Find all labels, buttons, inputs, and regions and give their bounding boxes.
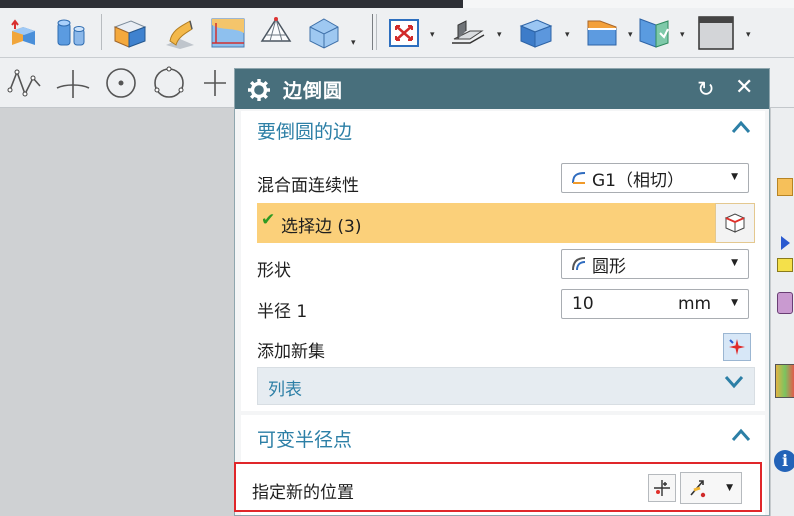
radius-unit[interactable]: mm [678,294,711,314]
specify-position-row: 指定新的位置 ▼ [234,462,762,512]
shape-value: 圆形 [592,256,626,277]
section-header-edges[interactable]: 要倒圆的边 [257,117,352,144]
circle-by-points-icon[interactable] [150,64,188,102]
assembly-navigator-icon[interactable] [777,258,793,272]
specify-position-label: 指定新的位置 [252,483,354,503]
chevron-down-icon[interactable] [724,373,744,394]
chevron-down-icon[interactable]: ▾ [430,30,435,40]
g1-tangent-icon [572,172,586,184]
list-header[interactable]: 列表 [257,367,755,405]
add-set-icon [729,339,745,355]
reuse-library-icon[interactable] [775,364,794,398]
shell-icon[interactable] [302,12,346,54]
resource-bar: i [770,108,794,516]
cylinder-icon[interactable] [50,14,94,52]
blend-continuity-label: 混合面连续性 [257,176,359,196]
point-dialog-icon [654,480,670,496]
gear-icon [247,78,271,106]
select-edges-label: 选择边 (3) [281,217,362,237]
reset-icon[interactable]: ↻ [697,77,715,101]
chevron-down-icon[interactable]: ▾ [746,30,751,40]
studio-spline-icon[interactable] [6,64,44,102]
point-dialog-button[interactable] [648,474,676,502]
radius-input[interactable]: 10 mm ▼ [561,289,749,319]
chevron-down-icon[interactable]: ▼ [731,172,738,182]
edges-section: 要倒圆的边 混合面连续性 G1（相切） ▼ ✔ 选择边 (3) 形状 圆形 ▼ … [241,111,765,411]
chevron-up-icon[interactable] [731,119,751,138]
add-new-set-label: 添加新集 [257,342,325,362]
chevron-down-icon[interactable]: ▾ [680,30,685,40]
radius-value[interactable]: 10 [572,294,594,314]
part-navigator-icon[interactable] [777,178,793,196]
chevron-down-icon[interactable]: ▼ [726,483,733,493]
shape-label: 形状 [257,261,291,281]
chevron-down-icon[interactable]: ▼ [731,298,738,308]
cube-icon [724,213,746,233]
circular-shape-icon [572,257,586,271]
graphics-window[interactable] [0,108,234,516]
chevron-up-icon[interactable] [731,427,751,446]
play-icon[interactable] [781,236,790,250]
block-icon[interactable] [108,12,152,54]
section-header-variable-radius[interactable]: 可变半径点 [257,425,352,452]
main-toolbar: ▾ ▾ ▾ ▾ ▾ ▾ ▾ [0,0,794,58]
chevron-down-icon[interactable]: ▼ [731,258,738,268]
chevron-down-icon[interactable]: ▾ [565,30,570,40]
list-label: 列表 [268,380,302,400]
dialog-title: 边倒圆 [283,80,344,102]
fit-view-icon[interactable] [384,14,424,52]
title-band [0,0,794,8]
circle-icon[interactable] [102,64,140,102]
face-icon[interactable] [206,12,250,54]
sweep-icon[interactable] [158,12,202,54]
extrude-icon[interactable] [6,14,44,52]
dialog-title-bar: 边倒圆 ↻ ✕ [235,69,769,109]
inferred-point-icon [690,480,706,498]
close-icon[interactable]: ✕ [735,75,753,100]
visibility-icon[interactable] [632,12,676,54]
select-edges-button[interactable] [715,203,755,243]
info-icon[interactable]: i [774,450,794,472]
shading-icon[interactable] [446,14,492,52]
add-new-set-button[interactable] [723,333,751,361]
section-icon[interactable] [580,12,624,54]
constraint-navigator-icon[interactable] [777,292,793,314]
point-on-curve-icon[interactable] [54,64,92,102]
chevron-down-icon[interactable]: ▾ [351,38,356,48]
solid-icon[interactable] [512,14,558,52]
surface-icon[interactable] [254,12,298,54]
blend-continuity-value: G1（相切） [592,170,684,191]
select-edges-row[interactable]: ✔ 选择边 (3) [257,203,715,243]
radius-label: 半径 1 [257,302,308,322]
color-icon[interactable] [694,12,738,54]
shape-select[interactable]: 圆形 ▼ [561,249,749,279]
checkmark-icon: ✔ [261,210,276,230]
inferred-point-select[interactable]: ▼ [680,472,742,504]
chevron-down-icon[interactable]: ▾ [497,30,502,40]
edge-blend-dialog: 边倒圆 ↻ ✕ 要倒圆的边 混合面连续性 G1（相切） ▼ ✔ 选择边 (3) … [234,68,770,516]
blend-continuity-select[interactable]: G1（相切） ▼ [561,163,749,193]
plus-icon[interactable] [198,64,232,102]
